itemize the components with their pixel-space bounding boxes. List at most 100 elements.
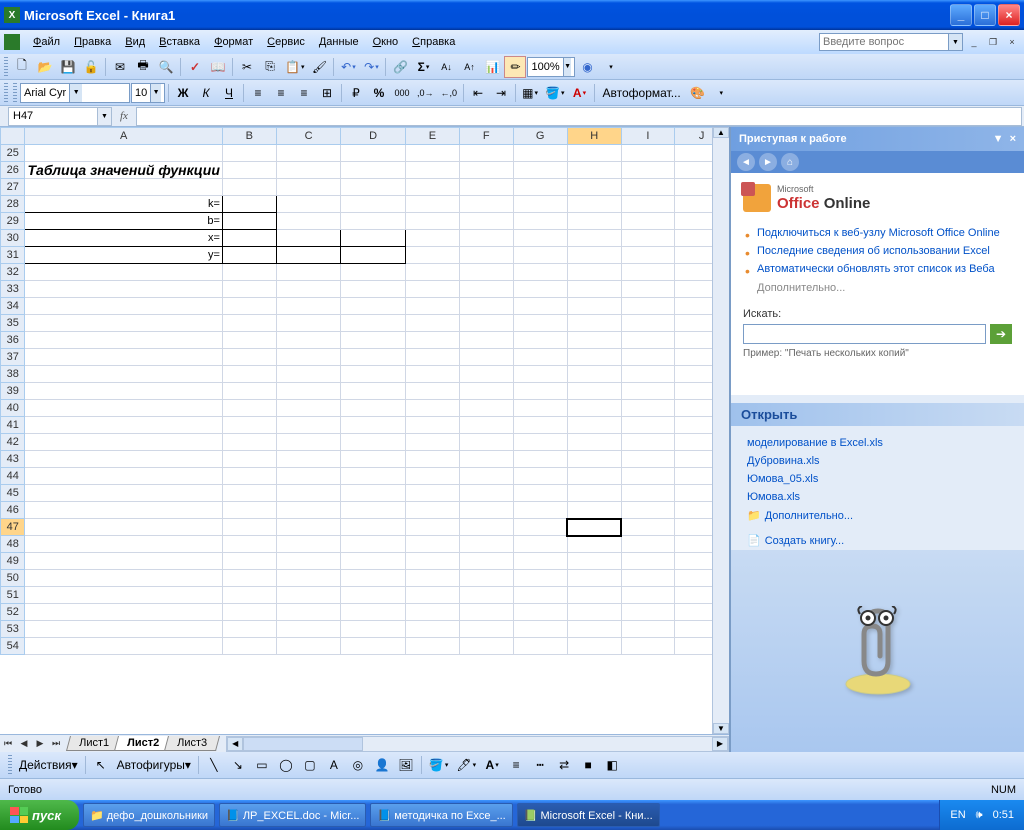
cell-F42[interactable] bbox=[459, 434, 513, 451]
horizontal-scrollbar[interactable]: ◀▶ bbox=[226, 736, 729, 752]
cell-D26[interactable] bbox=[341, 162, 406, 179]
cell-H49[interactable] bbox=[567, 553, 621, 570]
cell-G40[interactable] bbox=[513, 400, 567, 417]
taskpane-search-input[interactable] bbox=[743, 324, 986, 344]
row-header-26[interactable]: 26 bbox=[1, 162, 25, 179]
row-header-42[interactable]: 42 bbox=[1, 434, 25, 451]
cell-I53[interactable] bbox=[621, 621, 675, 638]
cell-B36[interactable] bbox=[222, 332, 276, 349]
cell-I44[interactable] bbox=[621, 468, 675, 485]
menu-Формат[interactable]: Формат bbox=[207, 33, 260, 51]
paste-button[interactable]: 📋▾ bbox=[282, 56, 307, 78]
cell-A32[interactable] bbox=[25, 264, 222, 281]
cell-F53[interactable] bbox=[459, 621, 513, 638]
cell-F30[interactable] bbox=[459, 230, 513, 247]
cell-G50[interactable] bbox=[513, 570, 567, 587]
cell-I40[interactable] bbox=[621, 400, 675, 417]
cell-F33[interactable] bbox=[459, 281, 513, 298]
row-header-34[interactable]: 34 bbox=[1, 298, 25, 315]
cell-C27[interactable] bbox=[276, 179, 341, 196]
cell-E30[interactable] bbox=[405, 230, 459, 247]
name-box-dropdown[interactable]: ▼ bbox=[98, 107, 112, 126]
office-assistant[interactable] bbox=[731, 550, 1024, 752]
cell-G35[interactable] bbox=[513, 315, 567, 332]
cell-E52[interactable] bbox=[405, 604, 459, 621]
col-header-E[interactable]: E bbox=[405, 128, 459, 145]
cell-A47[interactable] bbox=[25, 519, 222, 536]
cell-C46[interactable] bbox=[276, 502, 341, 519]
cell-G48[interactable] bbox=[513, 536, 567, 553]
hyperlink-button[interactable]: 🔗 bbox=[389, 56, 411, 78]
cell-D53[interactable] bbox=[341, 621, 406, 638]
cell-F36[interactable] bbox=[459, 332, 513, 349]
formula-bar[interactable] bbox=[136, 107, 1022, 126]
cell-H27[interactable] bbox=[567, 179, 621, 196]
vertical-scrollbar[interactable]: ▲▼ bbox=[712, 127, 729, 734]
col-header-H[interactable]: H bbox=[567, 128, 621, 145]
print-button[interactable]: 🖶 bbox=[132, 56, 154, 78]
cell-F32[interactable] bbox=[459, 264, 513, 281]
cell-A33[interactable] bbox=[25, 281, 222, 298]
col-header-I[interactable]: I bbox=[621, 128, 675, 145]
cell-B48[interactable] bbox=[222, 536, 276, 553]
cell-C43[interactable] bbox=[276, 451, 341, 468]
mdi-close-button[interactable]: × bbox=[1004, 35, 1020, 49]
menu-Файл[interactable]: Файл bbox=[26, 33, 67, 51]
cell-D54[interactable] bbox=[341, 638, 406, 655]
cell-E32[interactable] bbox=[405, 264, 459, 281]
cell-H52[interactable] bbox=[567, 604, 621, 621]
row-header-33[interactable]: 33 bbox=[1, 281, 25, 298]
cell-H54[interactable] bbox=[567, 638, 621, 655]
cell-F45[interactable] bbox=[459, 485, 513, 502]
cell-A49[interactable] bbox=[25, 553, 222, 570]
cell-B47[interactable] bbox=[222, 519, 276, 536]
cell-B43[interactable] bbox=[222, 451, 276, 468]
insert-picture-button[interactable]: 🖼 bbox=[395, 754, 417, 776]
cell-F49[interactable] bbox=[459, 553, 513, 570]
cell-C35[interactable] bbox=[276, 315, 341, 332]
cell-E44[interactable] bbox=[405, 468, 459, 485]
cell-C32[interactable] bbox=[276, 264, 341, 281]
cell-H38[interactable] bbox=[567, 366, 621, 383]
help-button[interactable]: ◉ bbox=[576, 56, 598, 78]
cell-A38[interactable] bbox=[25, 366, 222, 383]
clipart-button[interactable]: 👤 bbox=[371, 754, 393, 776]
cell-F46[interactable] bbox=[459, 502, 513, 519]
cell-I29[interactable] bbox=[621, 213, 675, 230]
cell-H39[interactable] bbox=[567, 383, 621, 400]
cell-D41[interactable] bbox=[341, 417, 406, 434]
cell-C49[interactable] bbox=[276, 553, 341, 570]
cell-A52[interactable] bbox=[25, 604, 222, 621]
line-style-button[interactable]: ≡ bbox=[505, 754, 527, 776]
cell-C28[interactable] bbox=[276, 196, 341, 213]
recent-file[interactable]: Дубровина.xls bbox=[743, 452, 1012, 470]
diagram-button[interactable]: ◎ bbox=[347, 754, 369, 776]
currency-button[interactable]: ₽ bbox=[345, 82, 367, 104]
cell-E53[interactable] bbox=[405, 621, 459, 638]
cell-C47[interactable] bbox=[276, 519, 341, 536]
cell-A36[interactable] bbox=[25, 332, 222, 349]
cell-G49[interactable] bbox=[513, 553, 567, 570]
cell-C50[interactable] bbox=[276, 570, 341, 587]
cell-B40[interactable] bbox=[222, 400, 276, 417]
line-button[interactable]: ╲ bbox=[203, 754, 225, 776]
cell-D27[interactable] bbox=[341, 179, 406, 196]
conditional-format-button[interactable]: 🎨 bbox=[687, 82, 709, 104]
cell-B33[interactable] bbox=[222, 281, 276, 298]
cell-B29[interactable] bbox=[222, 213, 276, 230]
cell-I38[interactable] bbox=[621, 366, 675, 383]
cell-H47[interactable] bbox=[567, 519, 621, 536]
cell-I52[interactable] bbox=[621, 604, 675, 621]
cell-H37[interactable] bbox=[567, 349, 621, 366]
cell-A48[interactable] bbox=[25, 536, 222, 553]
cell-G33[interactable] bbox=[513, 281, 567, 298]
cell-D37[interactable] bbox=[341, 349, 406, 366]
font-color-button[interactable]: A▾ bbox=[569, 82, 591, 104]
cell-I47[interactable] bbox=[621, 519, 675, 536]
cell-H31[interactable] bbox=[567, 247, 621, 264]
taskpane-close-icon[interactable]: × bbox=[1010, 133, 1016, 145]
cell-B31[interactable] bbox=[222, 247, 276, 264]
cell-C29[interactable] bbox=[276, 213, 341, 230]
tab-nav-next[interactable]: ▶ bbox=[32, 736, 48, 752]
align-left-button[interactable]: ≡ bbox=[247, 82, 269, 104]
